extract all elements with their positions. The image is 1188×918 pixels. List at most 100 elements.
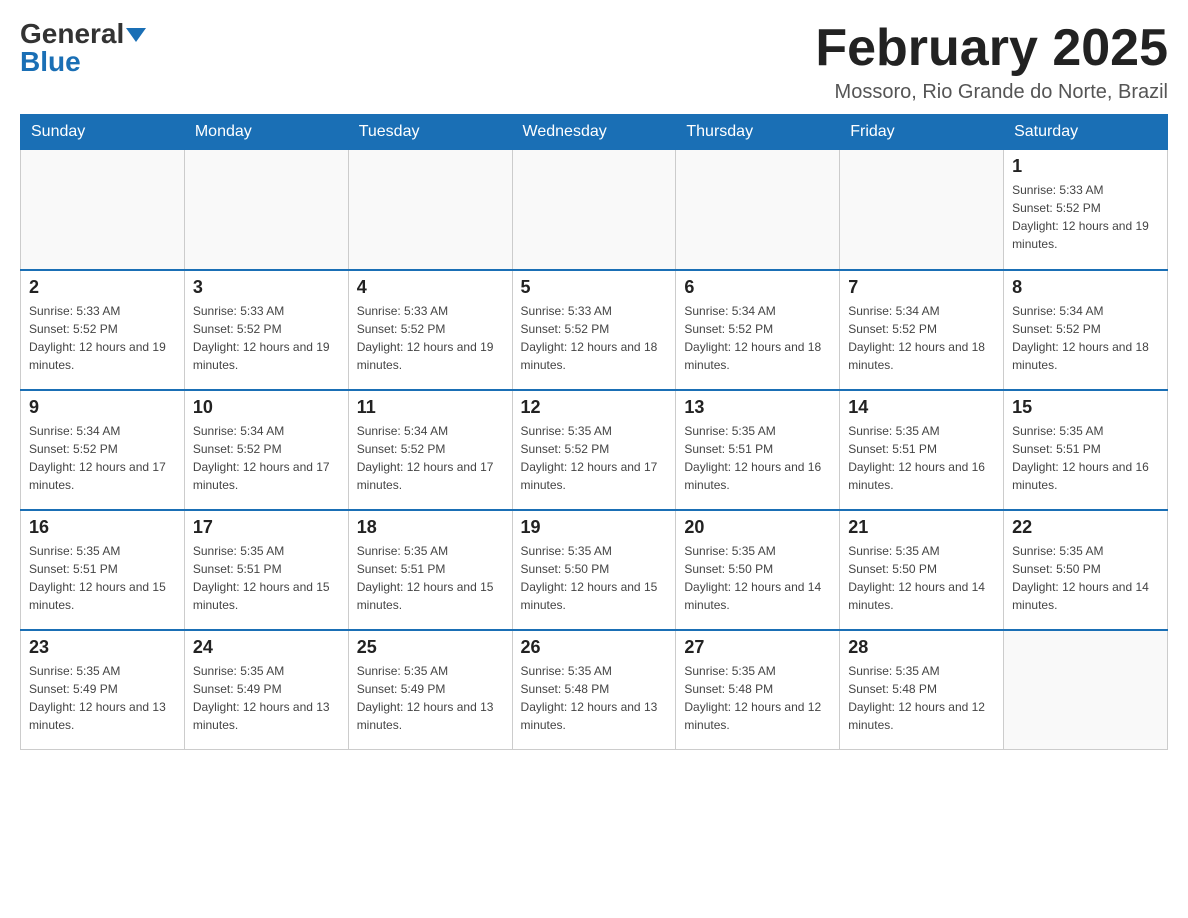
day-info: Sunrise: 5:35 AM Sunset: 5:51 PM Dayligh… xyxy=(29,542,176,614)
calendar-week-row: 16 Sunrise: 5:35 AM Sunset: 5:51 PM Dayli… xyxy=(21,510,1168,630)
calendar-cell: 16 Sunrise: 5:35 AM Sunset: 5:51 PM Dayli… xyxy=(21,510,185,630)
day-number: 6 xyxy=(684,277,831,298)
calendar-cell: 4 Sunrise: 5:33 AM Sunset: 5:52 PM Daylig… xyxy=(348,270,512,390)
calendar-cell: 9 Sunrise: 5:34 AM Sunset: 5:52 PM Daylig… xyxy=(21,390,185,510)
day-number: 25 xyxy=(357,637,504,658)
calendar-cell xyxy=(21,150,185,270)
logo: General Blue xyxy=(20,20,146,76)
day-number: 8 xyxy=(1012,277,1159,298)
logo-triangle-icon xyxy=(126,28,146,42)
calendar-cell: 12 Sunrise: 5:35 AM Sunset: 5:52 PM Dayli… xyxy=(512,390,676,510)
day-of-week-header: Tuesday xyxy=(348,115,512,150)
calendar-title: February 2025 xyxy=(815,20,1168,77)
calendar-cell xyxy=(348,150,512,270)
calendar-cell: 13Sunrise: 5:35 AM Sunset: 5:51 PM Dayli… xyxy=(676,390,840,510)
day-number: 20 xyxy=(684,517,831,538)
calendar-cell: 19 Sunrise: 5:35 AM Sunset: 5:50 PM Dayli… xyxy=(512,510,676,630)
calendar-cell: 21 Sunrise: 5:35 AM Sunset: 5:50 PM Dayli… xyxy=(840,510,1004,630)
day-info: Sunrise: 5:35 AM Sunset: 5:51 PM Dayligh… xyxy=(193,542,340,614)
calendar-cell xyxy=(676,150,840,270)
day-number: 17 xyxy=(193,517,340,538)
calendar-week-row: 1 Sunrise: 5:33 AM Sunset: 5:52 PM Daylig… xyxy=(21,150,1168,270)
calendar-cell: 26 Sunrise: 5:35 AM Sunset: 5:48 PM Dayli… xyxy=(512,630,676,750)
calendar-cell: 28Sunrise: 5:35 AM Sunset: 5:48 PM Dayli… xyxy=(840,630,1004,750)
day-info: Sunrise: 5:34 AM Sunset: 5:52 PM Dayligh… xyxy=(193,422,340,494)
day-info: Sunrise: 5:35 AM Sunset: 5:51 PM Dayligh… xyxy=(357,542,504,614)
day-number: 3 xyxy=(193,277,340,298)
day-info: Sunrise: 5:33 AM Sunset: 5:52 PM Dayligh… xyxy=(1012,181,1159,253)
day-number: 9 xyxy=(29,397,176,418)
day-number: 22 xyxy=(1012,517,1159,538)
calendar-week-row: 23 Sunrise: 5:35 AM Sunset: 5:49 PM Dayli… xyxy=(21,630,1168,750)
calendar-cell: 24 Sunrise: 5:35 AM Sunset: 5:49 PM Dayli… xyxy=(184,630,348,750)
day-number: 13 xyxy=(684,397,831,418)
day-info: Sunrise: 5:35 AM Sunset: 5:50 PM Dayligh… xyxy=(684,542,831,614)
logo-general-row: General xyxy=(20,20,146,48)
calendar-cell: 25 Sunrise: 5:35 AM Sunset: 5:49 PM Dayli… xyxy=(348,630,512,750)
day-info: Sunrise: 5:35 AM Sunset: 5:50 PM Dayligh… xyxy=(848,542,995,614)
day-number: 28 xyxy=(848,637,995,658)
day-number: 7 xyxy=(848,277,995,298)
calendar-cell: 1 Sunrise: 5:33 AM Sunset: 5:52 PM Daylig… xyxy=(1004,150,1168,270)
day-of-week-header: Friday xyxy=(840,115,1004,150)
calendar-cell xyxy=(840,150,1004,270)
calendar-header-row: SundayMondayTuesdayWednesdayThursdayFrid… xyxy=(21,115,1168,150)
day-info: Sunrise: 5:33 AM Sunset: 5:52 PM Dayligh… xyxy=(357,302,504,374)
day-info: Sunrise: 5:35 AM Sunset: 5:49 PM Dayligh… xyxy=(357,662,504,734)
calendar-cell xyxy=(512,150,676,270)
calendar-cell: 22Sunrise: 5:35 AM Sunset: 5:50 PM Dayli… xyxy=(1004,510,1168,630)
day-number: 10 xyxy=(193,397,340,418)
calendar-table: SundayMondayTuesdayWednesdayThursdayFrid… xyxy=(20,114,1168,750)
day-info: Sunrise: 5:33 AM Sunset: 5:52 PM Dayligh… xyxy=(521,302,668,374)
day-info: Sunrise: 5:35 AM Sunset: 5:50 PM Dayligh… xyxy=(521,542,668,614)
day-info: Sunrise: 5:35 AM Sunset: 5:52 PM Dayligh… xyxy=(521,422,668,494)
day-info: Sunrise: 5:34 AM Sunset: 5:52 PM Dayligh… xyxy=(684,302,831,374)
logo-general-text: General xyxy=(20,18,124,49)
day-number: 4 xyxy=(357,277,504,298)
calendar-cell: 11 Sunrise: 5:34 AM Sunset: 5:52 PM Dayli… xyxy=(348,390,512,510)
day-number: 16 xyxy=(29,517,176,538)
day-info: Sunrise: 5:34 AM Sunset: 5:52 PM Dayligh… xyxy=(1012,302,1159,374)
day-info: Sunrise: 5:34 AM Sunset: 5:52 PM Dayligh… xyxy=(357,422,504,494)
day-of-week-header: Thursday xyxy=(676,115,840,150)
day-info: Sunrise: 5:35 AM Sunset: 5:48 PM Dayligh… xyxy=(684,662,831,734)
day-number: 23 xyxy=(29,637,176,658)
day-info: Sunrise: 5:34 AM Sunset: 5:52 PM Dayligh… xyxy=(29,422,176,494)
calendar-cell: 18Sunrise: 5:35 AM Sunset: 5:51 PM Dayli… xyxy=(348,510,512,630)
calendar-cell: 8 Sunrise: 5:34 AM Sunset: 5:52 PM Daylig… xyxy=(1004,270,1168,390)
day-info: Sunrise: 5:35 AM Sunset: 5:51 PM Dayligh… xyxy=(848,422,995,494)
calendar-cell: 6 Sunrise: 5:34 AM Sunset: 5:52 PM Daylig… xyxy=(676,270,840,390)
calendar-cell: 14Sunrise: 5:35 AM Sunset: 5:51 PM Dayli… xyxy=(840,390,1004,510)
day-number: 11 xyxy=(357,397,504,418)
day-number: 19 xyxy=(521,517,668,538)
calendar-subtitle: Mossoro, Rio Grande do Norte, Brazil xyxy=(815,81,1168,104)
day-info: Sunrise: 5:35 AM Sunset: 5:51 PM Dayligh… xyxy=(1012,422,1159,494)
day-number: 15 xyxy=(1012,397,1159,418)
day-info: Sunrise: 5:33 AM Sunset: 5:52 PM Dayligh… xyxy=(193,302,340,374)
calendar-cell xyxy=(1004,630,1168,750)
day-number: 1 xyxy=(1012,156,1159,177)
calendar-cell: 20 Sunrise: 5:35 AM Sunset: 5:50 PM Dayli… xyxy=(676,510,840,630)
day-info: Sunrise: 5:35 AM Sunset: 5:49 PM Dayligh… xyxy=(29,662,176,734)
day-of-week-header: Monday xyxy=(184,115,348,150)
day-number: 24 xyxy=(193,637,340,658)
calendar-cell: 27 Sunrise: 5:35 AM Sunset: 5:48 PM Dayli… xyxy=(676,630,840,750)
calendar-cell: 2 Sunrise: 5:33 AM Sunset: 5:52 PM Daylig… xyxy=(21,270,185,390)
day-number: 27 xyxy=(684,637,831,658)
logo-blue-text: Blue xyxy=(20,46,81,77)
day-number: 12 xyxy=(521,397,668,418)
day-number: 26 xyxy=(521,637,668,658)
calendar-cell: 23 Sunrise: 5:35 AM Sunset: 5:49 PM Dayli… xyxy=(21,630,185,750)
day-number: 5 xyxy=(521,277,668,298)
calendar-cell: 5 Sunrise: 5:33 AM Sunset: 5:52 PM Daylig… xyxy=(512,270,676,390)
day-info: Sunrise: 5:35 AM Sunset: 5:48 PM Dayligh… xyxy=(521,662,668,734)
day-info: Sunrise: 5:34 AM Sunset: 5:52 PM Dayligh… xyxy=(848,302,995,374)
day-of-week-header: Sunday xyxy=(21,115,185,150)
day-number: 2 xyxy=(29,277,176,298)
calendar-cell: 10 Sunrise: 5:34 AM Sunset: 5:52 PM Dayli… xyxy=(184,390,348,510)
calendar-cell xyxy=(184,150,348,270)
calendar-cell: 15 Sunrise: 5:35 AM Sunset: 5:51 PM Dayli… xyxy=(1004,390,1168,510)
day-number: 21 xyxy=(848,517,995,538)
day-info: Sunrise: 5:35 AM Sunset: 5:49 PM Dayligh… xyxy=(193,662,340,734)
day-info: Sunrise: 5:33 AM Sunset: 5:52 PM Dayligh… xyxy=(29,302,176,374)
